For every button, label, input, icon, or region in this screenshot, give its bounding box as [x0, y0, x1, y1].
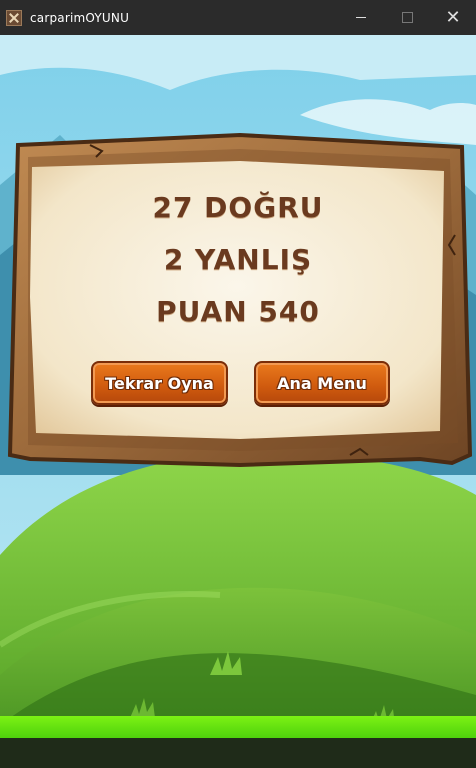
- grass-strip: [0, 716, 476, 738]
- game-app-icon: [6, 9, 22, 26]
- game-scene: [0, 35, 476, 768]
- maximize-icon: [401, 12, 413, 23]
- close-button[interactable]: ✕: [430, 0, 476, 35]
- window-title: carparimOYUNU: [30, 10, 130, 25]
- ground-base: [0, 738, 476, 768]
- maximize-button[interactable]: [384, 0, 430, 35]
- scene-background: [0, 35, 476, 768]
- close-icon: ✕: [445, 6, 461, 28]
- window-titlebar: carparimOYUNU ✕: [0, 0, 476, 35]
- replay-button[interactable]: Tekrar Oyna: [91, 361, 228, 405]
- main-menu-button[interactable]: Ana Menu: [254, 361, 390, 405]
- minimize-button[interactable]: [338, 0, 384, 35]
- window-controls: ✕: [338, 0, 476, 35]
- minimize-icon: [356, 17, 366, 18]
